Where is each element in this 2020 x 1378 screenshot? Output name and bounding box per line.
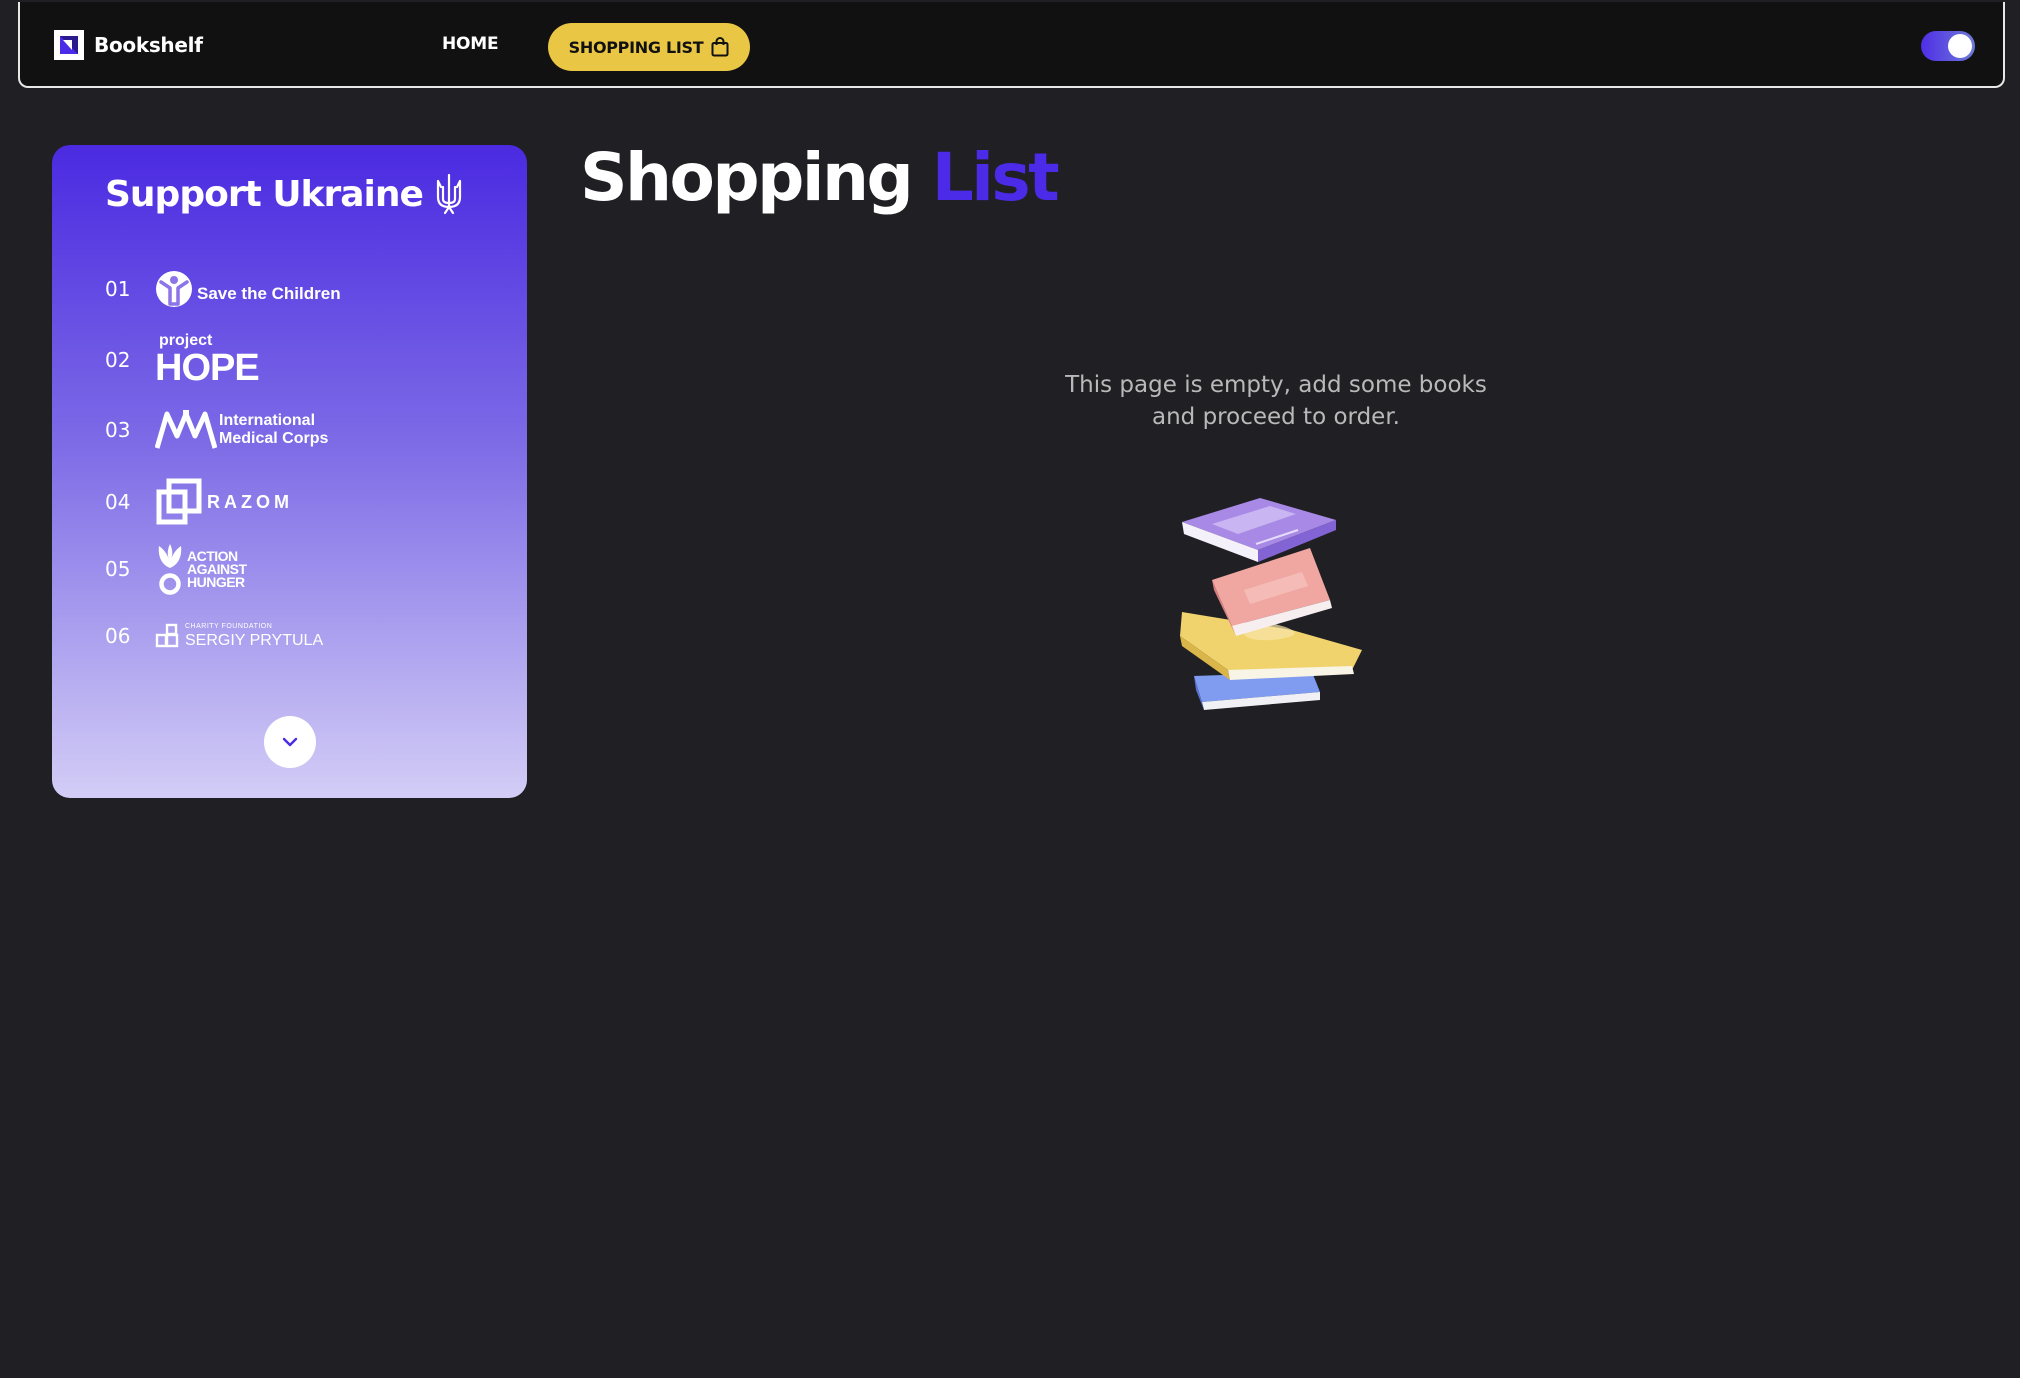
imc-text-line2: Medical Corps (219, 430, 329, 447)
fund-number: 02 (105, 348, 131, 372)
scroll-down-button[interactable] (264, 716, 316, 768)
theme-toggle-switch[interactable] (1921, 31, 1975, 61)
trident-icon (436, 173, 462, 215)
fund-number: 03 (105, 418, 131, 442)
fund-item-sergiy-prytula[interactable]: 06 CHARITY FOUNDATION SERGIY PRYTULA (105, 623, 323, 649)
project-hope-logo-large: HOPE (155, 347, 260, 389)
prytula-logo: CHARITY FOUNDATION SERGIY PRYTULA (155, 623, 323, 649)
project-hope-logo: project HOPE (155, 333, 260, 389)
nav-shopping-list-label: SHOPPING LIST (568, 37, 704, 57)
prytula-blocks-icon (155, 623, 179, 648)
nav-shopping-list-button[interactable]: SHOPPING LIST (548, 23, 750, 71)
fund-number: 05 (105, 557, 131, 581)
prytula-text-small: CHARITY FOUNDATION (185, 623, 273, 630)
bookshelf-logo-icon (54, 30, 84, 60)
fund-item-action-against-hunger[interactable]: 05 ACTION AGAINST HUNGER (105, 542, 247, 596)
action-against-hunger-logo: ACTION AGAINST HUNGER (155, 542, 247, 596)
imc-emblem-icon (155, 410, 217, 449)
razom-squares-icon (156, 478, 202, 525)
fund-number: 04 (105, 490, 131, 514)
imc-text-line1: International (219, 412, 316, 429)
child-figure-icon (156, 271, 192, 307)
logo-text: Bookshelf (94, 33, 203, 57)
fund-number: 06 (105, 624, 131, 648)
prytula-text-large: SERGIY PRYTULA (185, 632, 324, 649)
site-header: Bookshelf HOME SHOPPING LIST (18, 2, 2005, 88)
shopping-bag-icon (711, 37, 729, 57)
theme-toggle-knob (1948, 34, 1972, 58)
page-title: Shopping List (580, 134, 1060, 222)
fund-number: 01 (105, 277, 131, 301)
fund-item-save-the-children[interactable]: 01 Save the Children (105, 270, 341, 308)
empty-state-message: This page is empty, add some books and p… (1065, 372, 1487, 430)
support-ukraine-title: Support Ukraine (105, 173, 424, 215)
logo-link[interactable]: Bookshelf (54, 30, 203, 60)
razom-text: RAZOM (207, 491, 293, 512)
stack-of-books-illustration (1180, 498, 1362, 710)
support-ukraine-heading: Support Ukraine (105, 173, 463, 215)
fund-item-project-hope[interactable]: 02 project HOPE (105, 333, 260, 389)
imc-logo: International Medical Corps (155, 410, 328, 450)
fund-item-razom[interactable]: 04 RAZOM (105, 478, 293, 526)
fund-item-international-medical-corps[interactable]: 03 International Medical Corps (105, 410, 328, 450)
page-title-part1: Shopping (580, 139, 914, 216)
leaf-ring-icon (158, 544, 182, 595)
aah-text-line3: HUNGER (187, 573, 245, 590)
save-the-children-logo: Save the Children (155, 270, 341, 308)
save-the-children-text: Save the Children (197, 284, 341, 303)
page-title-part2: List (931, 139, 1060, 216)
support-ukraine-panel: Support Ukraine 01 Save the Children 02 … (52, 145, 527, 798)
razom-logo: RAZOM (155, 478, 293, 526)
chevron-down-icon (282, 737, 298, 747)
nav-home-link[interactable]: HOME (442, 34, 499, 54)
